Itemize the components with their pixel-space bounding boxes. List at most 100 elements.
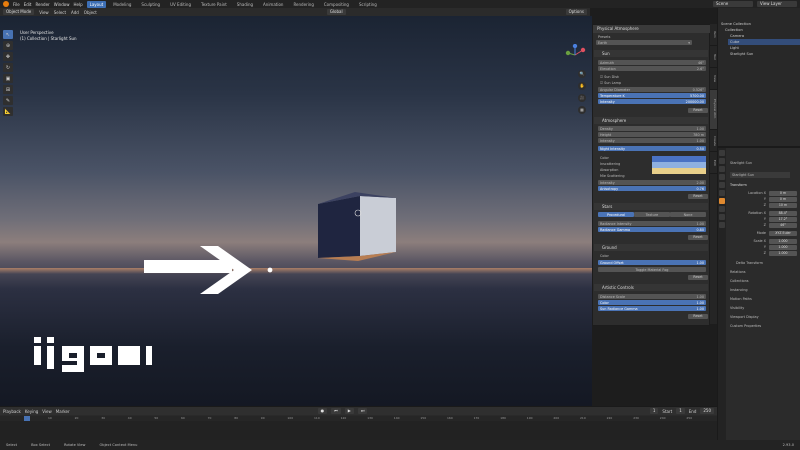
cube[interactable] xyxy=(318,192,396,261)
ground-reset-button[interactable]: Reset xyxy=(688,275,708,280)
sidebar-tab-item[interactable]: Item xyxy=(710,24,717,46)
blender-logo-icon[interactable] xyxy=(3,1,9,7)
camera-view-icon[interactable]: 🎥 xyxy=(578,94,586,102)
workspace-tab-modeling[interactable]: Modeling xyxy=(110,1,134,8)
section-artistic-controls[interactable]: Artistic Controls xyxy=(594,284,708,291)
menu-select[interactable]: Select xyxy=(54,10,66,15)
sidebar-tab-tool[interactable]: Tool xyxy=(710,46,717,68)
sidebar-tab-view[interactable]: View xyxy=(710,68,717,90)
sun-intensity-field[interactable]: Intensity 200000.00 xyxy=(598,99,706,104)
stars-tab-none[interactable]: None xyxy=(670,212,706,217)
outliner-item-starlight-sun[interactable]: Starlight Sun xyxy=(730,51,753,57)
toggle-material-fog-button[interactable]: Toggle Material Fog xyxy=(598,267,706,272)
atmosphere-intensity-field[interactable]: Intensity 1.00 xyxy=(598,138,706,143)
custom-properties-section[interactable]: Custom Properties xyxy=(730,323,761,329)
location-z-field[interactable]: 10 m xyxy=(769,203,797,208)
play-icon[interactable]: ▶ xyxy=(344,408,354,414)
output-props-icon[interactable] xyxy=(719,166,725,172)
menu-add[interactable]: Add xyxy=(71,10,79,15)
tool-props-icon[interactable] xyxy=(719,150,725,156)
menu-render[interactable]: Render xyxy=(35,2,49,7)
timeline-menu-view[interactable]: View xyxy=(42,409,52,414)
artistic-color-field[interactable]: Color 1.00 xyxy=(598,300,706,305)
timeline-body[interactable] xyxy=(0,421,717,441)
mie-intensity-field[interactable]: Intensity 2.00 xyxy=(598,180,706,185)
collections-section[interactable]: Collections xyxy=(730,278,749,284)
visibility-section[interactable]: Visibility xyxy=(730,305,744,311)
3d-viewport[interactable]: User Perspective (1) Collection | Starli… xyxy=(0,16,592,406)
viewport-display-section[interactable]: Viewport Display xyxy=(730,314,759,320)
timeline-menu-keying[interactable]: Keying xyxy=(25,409,38,414)
distance-scale-field[interactable]: Distance Scale 1.00 xyxy=(598,294,706,299)
location-y-field[interactable]: 0 m xyxy=(769,197,797,202)
menu-object[interactable]: Object xyxy=(84,10,97,15)
object-name-field[interactable]: Starlight Sun xyxy=(730,172,790,178)
mode-selector[interactable]: Object Mode xyxy=(3,9,35,15)
menu-view[interactable]: View xyxy=(39,10,49,15)
workspace-tab-shading[interactable]: Shading xyxy=(234,1,256,8)
scale-z-field[interactable]: 1.000 xyxy=(769,251,797,256)
end-frame-field[interactable]: 250 xyxy=(700,408,714,414)
stars-radiance-intensity-field[interactable]: Radiance Intensity 1.00 xyxy=(598,221,706,226)
location-x-field[interactable]: 0 m xyxy=(769,191,797,196)
relations-section[interactable]: Relations xyxy=(730,269,746,275)
section-sun[interactable]: Sun xyxy=(594,50,708,57)
render-props-icon[interactable] xyxy=(719,158,725,164)
sun-elevation-field[interactable]: Elevation 2.6° xyxy=(598,66,706,71)
instancing-section[interactable]: Instancing xyxy=(730,287,748,293)
jump-start-icon[interactable]: ⏮ xyxy=(331,408,341,414)
atmosphere-night-intensity-field[interactable]: Night Intensity 0.50 xyxy=(598,146,706,151)
constraint-props-icon[interactable] xyxy=(719,214,725,220)
options-button[interactable]: Options xyxy=(565,9,587,15)
rotation-y-field[interactable]: 17.2° xyxy=(769,217,797,222)
sun-disk-checkbox[interactable]: ☑ Sun Disk xyxy=(598,74,706,79)
rotation-mode-selector[interactable]: XYZ Euler xyxy=(769,231,797,236)
menu-file[interactable]: File xyxy=(13,2,20,7)
scale-y-field[interactable]: 1.000 xyxy=(769,245,797,250)
record-icon[interactable]: ● xyxy=(317,408,328,414)
sidebar-tab-create[interactable]: Create xyxy=(710,130,717,152)
navigation-gizmo[interactable] xyxy=(564,44,586,66)
pan-hand-icon[interactable]: ✋ xyxy=(578,82,586,90)
scene-props-icon[interactable] xyxy=(719,182,725,188)
data-props-icon[interactable] xyxy=(719,222,725,228)
menu-window[interactable]: Window xyxy=(54,2,70,7)
atmosphere-height-field[interactable]: Height 780 m xyxy=(598,132,706,137)
scale-x-field[interactable]: 1.000 xyxy=(769,239,797,244)
workspace-tab-compositing[interactable]: Compositing xyxy=(321,1,352,8)
artistic-reset-button[interactable]: Reset xyxy=(688,314,708,319)
view-layer-props-icon[interactable] xyxy=(719,174,725,180)
atmosphere-reset-button[interactable]: Reset xyxy=(688,194,708,199)
sun-reset-button[interactable]: Reset xyxy=(688,108,708,113)
sun-radiance-gamma-field[interactable]: Sun Radiance Gamma 1.00 xyxy=(598,306,706,311)
stars-tab-procedural[interactable]: Procedural xyxy=(598,212,634,217)
delta-transform-section[interactable]: Delta Transform xyxy=(736,260,763,266)
menu-edit[interactable]: Edit xyxy=(24,2,32,7)
current-frame-field[interactable]: 1 xyxy=(649,408,659,414)
sun-angular-diameter-field[interactable]: Angular Diameter 0.526° xyxy=(598,87,706,92)
sun-temperature-field[interactable]: Temperature K 5700.00 xyxy=(598,93,706,98)
ground-offset-field[interactable]: Ground Offset 1.00 xyxy=(598,260,706,265)
rotation-x-field[interactable]: 88.4° xyxy=(769,211,797,216)
timeline-menu-playback[interactable]: Playback xyxy=(3,409,21,414)
atmosphere-density-field[interactable]: Density 1.00 xyxy=(598,126,706,131)
mie-scattering-color-swatch[interactable] xyxy=(652,168,706,174)
world-props-icon[interactable] xyxy=(719,190,725,196)
motion-paths-section[interactable]: Motion Paths xyxy=(730,296,752,302)
jump-end-icon[interactable]: ⏭ xyxy=(357,408,368,414)
scene-selector[interactable]: Scene xyxy=(713,1,753,7)
workspace-tab-texture-paint[interactable]: Texture Paint xyxy=(198,1,230,8)
workspace-tab-scripting[interactable]: Scripting xyxy=(356,1,380,8)
zoom-icon[interactable]: 🔍 xyxy=(578,70,586,78)
start-frame-field[interactable]: 1 xyxy=(676,408,685,414)
workspace-tab-sculpting[interactable]: Sculpting xyxy=(138,1,163,8)
workspace-tab-layout[interactable]: Layout xyxy=(86,0,107,8)
sun-lamp-checkbox[interactable]: ☑ Sun Lamp xyxy=(598,80,706,85)
section-ground[interactable]: Ground xyxy=(594,244,708,251)
section-stars[interactable]: Stars xyxy=(594,203,708,210)
transform-orientation-selector[interactable]: Global xyxy=(326,9,346,15)
timeline-menu-marker[interactable]: Marker xyxy=(56,409,70,414)
menu-help[interactable]: Help xyxy=(73,2,82,7)
preset-selector[interactable]: Earth ▾ xyxy=(596,40,692,45)
sun-azimuth-field[interactable]: Azimuth 46° xyxy=(598,60,706,65)
